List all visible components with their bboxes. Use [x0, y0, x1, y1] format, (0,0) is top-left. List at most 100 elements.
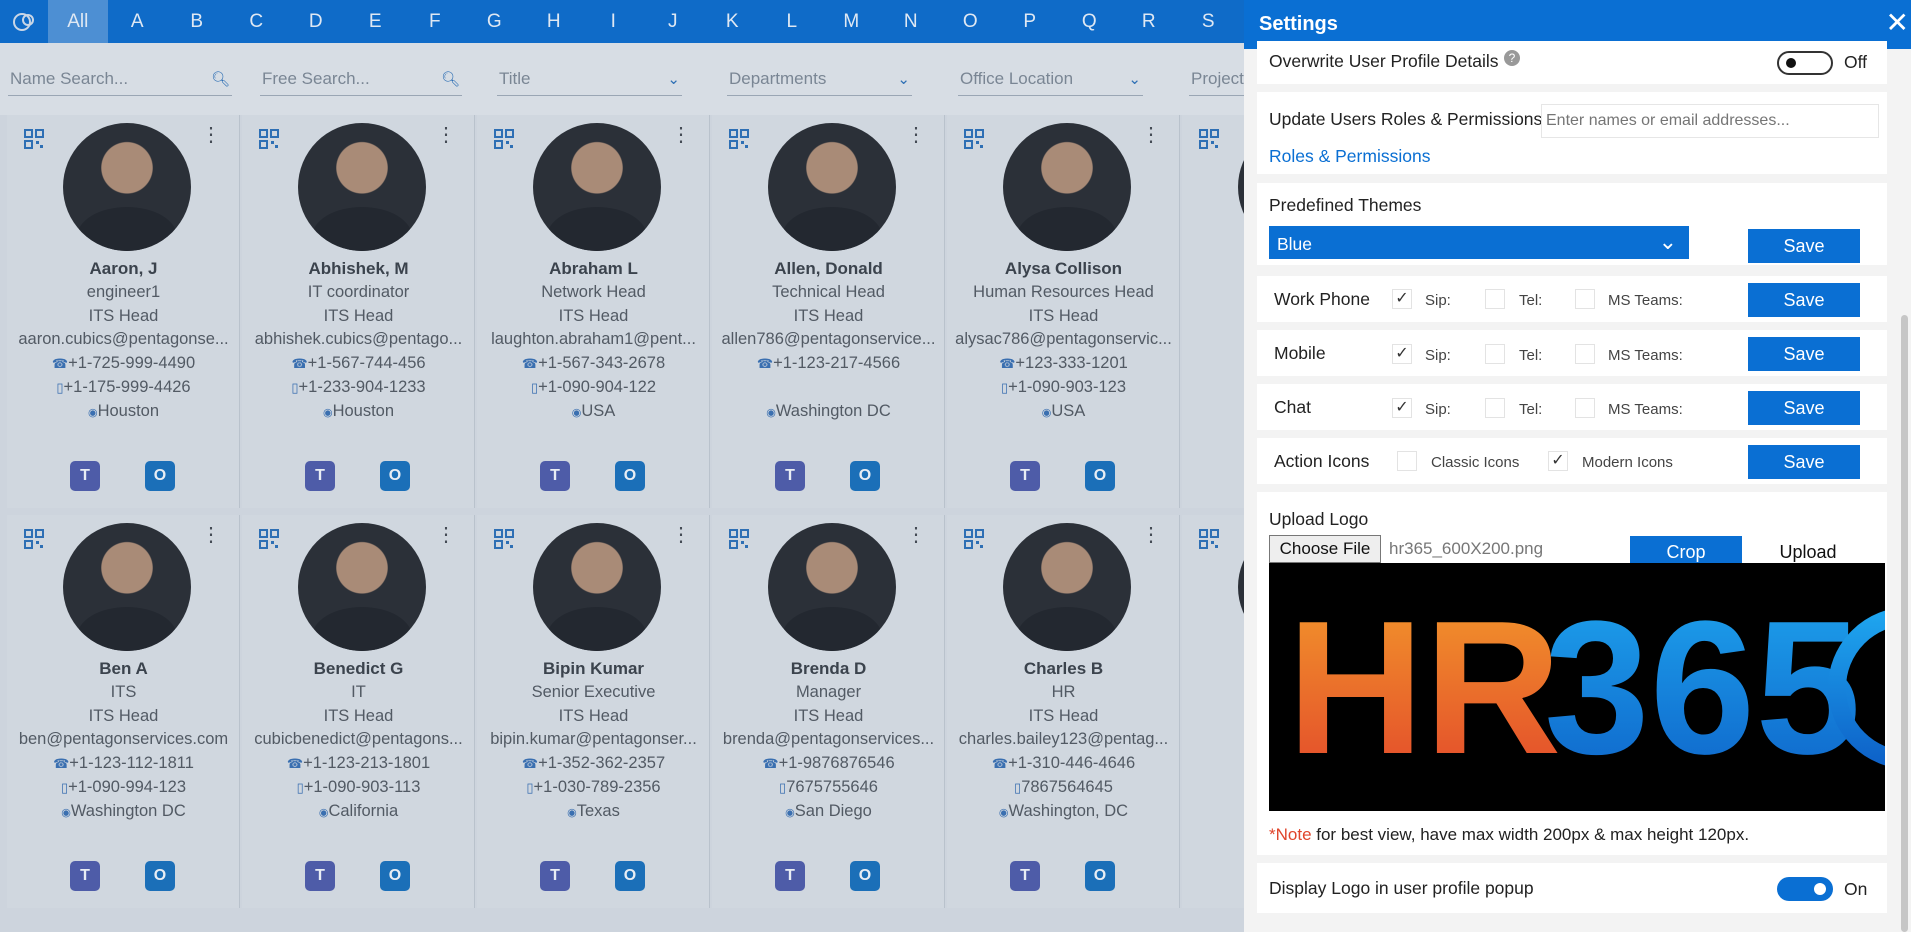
- person-card[interactable]: ⋮ Abhishek, M IT coordinator ITS Head abhish…: [242, 115, 475, 508]
- more-options-icon[interactable]: ⋮: [201, 525, 221, 545]
- save-mobile-button[interactable]: Save: [1748, 337, 1860, 371]
- chat-tel-checkbox[interactable]: [1485, 398, 1505, 418]
- avatar[interactable]: [298, 523, 426, 651]
- alpha-filter-s[interactable]: S: [1179, 0, 1239, 43]
- alpha-filter-j[interactable]: J: [643, 0, 703, 43]
- person-name[interactable]: Brenda D: [712, 657, 945, 681]
- person-name[interactable]: Bipin Kumar: [477, 657, 710, 681]
- work-phone-tel-checkbox[interactable]: [1485, 289, 1505, 309]
- person-phone[interactable]: +1-310-446-4646: [947, 752, 1180, 776]
- outlook-icon[interactable]: O: [1085, 861, 1115, 891]
- person-name[interactable]: Alysa Collison: [947, 257, 1180, 281]
- teams-icon[interactable]: T: [70, 461, 100, 491]
- qr-code-icon[interactable]: [729, 129, 749, 149]
- display-logo-toggle[interactable]: [1777, 877, 1833, 901]
- alpha-filter-f[interactable]: F: [405, 0, 465, 43]
- alpha-filter-b[interactable]: B: [167, 0, 227, 43]
- person-email[interactable]: aaron.cubics@pentagonse...: [7, 328, 240, 352]
- more-options-icon[interactable]: ⋮: [671, 525, 691, 545]
- person-mobile[interactable]: +1-175-999-4426: [7, 376, 240, 400]
- person-name[interactable]: Benedict G: [242, 657, 475, 681]
- person-phone[interactable]: +1-123-217-4566: [712, 352, 945, 376]
- mobile-tel-checkbox[interactable]: [1485, 344, 1505, 364]
- person-mobile[interactable]: +1-030-789-2356: [477, 776, 710, 800]
- outlook-icon[interactable]: O: [380, 461, 410, 491]
- teams-icon[interactable]: T: [775, 861, 805, 891]
- avatar[interactable]: [533, 123, 661, 251]
- search-icon[interactable]: 🔍︎: [441, 70, 460, 88]
- alpha-filter-k[interactable]: K: [703, 0, 763, 43]
- avatar[interactable]: [63, 123, 191, 251]
- outlook-icon[interactable]: O: [1085, 461, 1115, 491]
- person-phone[interactable]: +1-9876876546: [712, 752, 945, 776]
- qr-code-icon[interactable]: [1199, 129, 1219, 149]
- close-icon[interactable]: ✕: [1886, 9, 1909, 37]
- person-card[interactable]: ⋮ Brenda D Manager ITS Head brenda@pentagons…: [712, 515, 945, 908]
- modern-icons-checkbox[interactable]: ✓: [1548, 451, 1568, 471]
- person-card[interactable]: ⋮ Allen, Donald Technical Head ITS Head alle…: [712, 115, 945, 508]
- alpha-filter-c[interactable]: C: [227, 0, 287, 43]
- alpha-filter-h[interactable]: H: [524, 0, 584, 43]
- outlook-icon[interactable]: O: [615, 461, 645, 491]
- work-phone-sip-checkbox[interactable]: ✓: [1392, 289, 1412, 309]
- teams-icon[interactable]: T: [305, 461, 335, 491]
- alpha-filter-q[interactable]: Q: [1060, 0, 1120, 43]
- avatar[interactable]: [533, 523, 661, 651]
- teams-icon[interactable]: T: [70, 861, 100, 891]
- person-email[interactable]: charles.bailey123@pentag...: [947, 728, 1180, 752]
- person-card[interactable]: ⋮ Aaron, Jengineer1 ITS Head aaron.cubics@p…: [7, 115, 240, 508]
- person-mobile[interactable]: +1-090-903-123: [947, 376, 1180, 400]
- teams-icon[interactable]: T: [1010, 461, 1040, 491]
- alpha-filter-l[interactable]: L: [762, 0, 822, 43]
- more-options-icon[interactable]: ⋮: [201, 125, 221, 145]
- alpha-filter-a[interactable]: A: [108, 0, 168, 43]
- qr-code-icon[interactable]: [24, 529, 44, 549]
- person-name[interactable]: Ben A: [7, 657, 240, 681]
- chat-sip-checkbox[interactable]: ✓: [1392, 398, 1412, 418]
- departments-dropdown[interactable]: Departments ⌄: [727, 62, 912, 96]
- person-mobile[interactable]: +1-233-904-1233: [242, 376, 475, 400]
- more-options-icon[interactable]: ⋮: [1141, 525, 1161, 545]
- choose-file-button[interactable]: Choose File: [1269, 535, 1381, 563]
- qr-code-icon[interactable]: [259, 129, 279, 149]
- person-mobile[interactable]: 7867564645: [947, 776, 1180, 800]
- alpha-filter-e[interactable]: E: [346, 0, 406, 43]
- classic-icons-checkbox[interactable]: [1397, 451, 1417, 471]
- avatar[interactable]: [1003, 523, 1131, 651]
- more-options-icon[interactable]: ⋮: [671, 125, 691, 145]
- alpha-filter-p[interactable]: P: [1000, 0, 1060, 43]
- mobile-teams-checkbox[interactable]: [1575, 344, 1595, 364]
- work-phone-teams-checkbox[interactable]: [1575, 289, 1595, 309]
- teams-icon[interactable]: T: [1010, 861, 1040, 891]
- person-card[interactable]: ⋮ Bipin Kumar Senior Executive ITS Head bipi…: [477, 515, 710, 908]
- alpha-filter-o[interactable]: O: [941, 0, 1001, 43]
- person-name[interactable]: Abraham L: [477, 257, 710, 281]
- free-search-input[interactable]: Free Search... 🔍︎: [260, 62, 462, 96]
- person-name[interactable]: Charles B: [947, 657, 1180, 681]
- person-email[interactable]: allen786@pentagonservice...: [712, 328, 945, 352]
- person-phone[interactable]: +1-567-744-456: [242, 352, 475, 376]
- person-email[interactable]: brenda@pentagonservices...: [712, 728, 945, 752]
- name-search-input[interactable]: Name Search... 🔍︎: [8, 62, 232, 96]
- person-email[interactable]: alysac786@pentagonservic...: [947, 328, 1180, 352]
- person-name[interactable]: Abhishek, M: [242, 257, 475, 281]
- alpha-filter-g[interactable]: G: [465, 0, 525, 43]
- teams-icon[interactable]: T: [540, 461, 570, 491]
- outlook-icon[interactable]: O: [850, 861, 880, 891]
- overwrite-toggle[interactable]: [1777, 51, 1833, 75]
- more-options-icon[interactable]: ⋮: [1141, 125, 1161, 145]
- qr-code-icon[interactable]: [964, 529, 984, 549]
- person-email[interactable]: laughton.abraham1@pent...: [477, 328, 710, 352]
- qr-code-icon[interactable]: [1199, 529, 1219, 549]
- person-email[interactable]: cubicbenedict@pentagons...: [242, 728, 475, 752]
- avatar[interactable]: [63, 523, 191, 651]
- person-email[interactable]: ben@pentagonservices.com: [7, 728, 240, 752]
- person-card[interactable]: ⋮ Abraham L Network Head ITS Head laughton.a…: [477, 115, 710, 508]
- person-email[interactable]: bipin.kumar@pentagonser...: [477, 728, 710, 752]
- person-card[interactable]: ⋮ Alysa Collison Human Resources Head ITS H…: [947, 115, 1180, 508]
- person-mobile[interactable]: +1-090-903-113: [242, 776, 475, 800]
- avatar[interactable]: [298, 123, 426, 251]
- person-phone[interactable]: +123-333-1201: [947, 352, 1180, 376]
- alpha-filter-m[interactable]: M: [822, 0, 882, 43]
- person-phone[interactable]: +1-123-112-1811: [7, 752, 240, 776]
